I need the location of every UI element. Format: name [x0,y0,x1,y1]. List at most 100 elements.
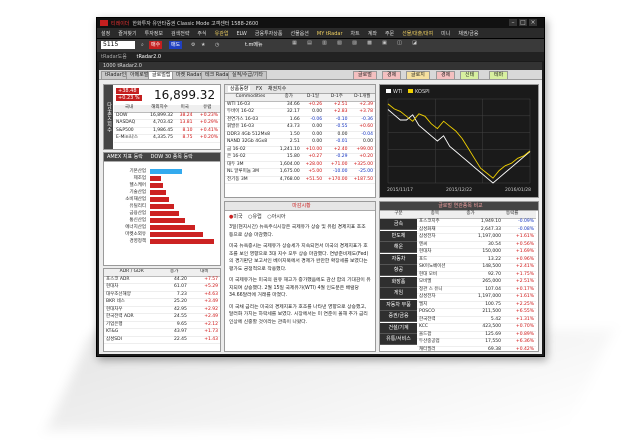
table-row[interactable]: 정관 스 유니 107.04 +0.17% [417,286,536,294]
global-category-button[interactable]: 자동차 [380,253,417,265]
rtab-theme[interactable]: 테마 [489,71,509,80]
quick-icon-4[interactable]: ▧ [332,40,347,46]
settings-icon[interactable]: ⚙ [189,41,197,49]
global-category-button[interactable]: 금속 [380,219,417,230]
table-row[interactable]: DDR3 4Gb 512Mx8 1.50 0.00 0.00 -0.04 [225,131,375,139]
adr-header[interactable]: 종가 [159,269,189,277]
sell-button[interactable]: 매도 [169,41,183,49]
global-category-button[interactable]: 항공 [380,265,417,276]
adr-header[interactable]: ADR / GDR [104,269,160,277]
tab-fx[interactable]: FX [256,86,262,92]
maximize-icon[interactable]: □ [519,19,527,26]
sector-bar-row[interactable]: 경영정책 [104,238,220,245]
table-row[interactable]: 현대차 150,000 +1.69% [417,248,536,257]
global-header[interactable]: 등락률 [488,211,536,219]
commodity-header[interactable]: 종가 [275,94,302,102]
rtab-economy[interactable]: 경제 [382,71,402,80]
menu-item-13[interactable]: 선물/대출/대여 [398,28,437,38]
menu-item-15[interactable]: 채권/금융 [454,28,482,38]
table-row[interactable]: 대우조선해양 7.23 +4.63 [104,291,220,299]
menu-item-7[interactable]: 금융투자상품 [251,28,287,38]
tab-global-lab[interactable]: 글로벌랩 [148,71,175,80]
menu-item-10[interactable]: 차트 [347,28,364,38]
quick-icon-9[interactable]: ◪ [407,40,422,46]
table-row[interactable]: 포스코 ADR 44.20 +7.57 [104,276,220,284]
table-row[interactable]: 올드팜 125.69 +0.89% [417,331,536,339]
global-header[interactable]: 종가 [452,211,489,219]
subtab-0[interactable]: tRadar도움 [97,52,131,61]
sector-bar-row[interactable]: 유틸리티 [104,203,220,210]
favorite-icon[interactable]: ★ [199,41,207,49]
stock-code-input[interactable]: 5115 [101,41,135,49]
table-row[interactable]: NL 알루미늄 3M 1,675.00 +5.00 -10.00 -25.00 [225,168,375,177]
table-row[interactable]: POSCO 211,500 +6.55% [417,308,536,317]
menu-item-8[interactable]: 선물옵션 [286,28,312,38]
global-category-button[interactable]: 건설/기계 [380,322,417,334]
tab-earnings[interactable]: 실적/수급/기타 [228,71,267,80]
table-row[interactable]: 전기동 3M 4,768.00 +51.50 +170.00 +187.50 [225,176,375,184]
quick-icon-6[interactable]: ▩ [362,40,377,46]
table-row[interactable]: SK이노베이션 148,500 +2.41% [417,263,536,272]
table-row[interactable]: KCC 423,500 +0.70% [417,323,536,332]
table-row[interactable]: 삼성전자 1,197,000 +1.61% [417,233,536,242]
table-row[interactable]: NASDAQ 4,703.42 13.81 +0.29% [114,119,220,128]
table-row[interactable]: 현대차우 42.95 +2.92 [104,306,220,314]
table-row[interactable]: BKR 네스 25.20 +3.49 [104,298,220,307]
sector-bar-row[interactable]: 마켓소외유 [104,231,220,238]
table-row[interactable]: 캐터필러 69.38 +0.42% [417,346,536,351]
adr-header[interactable]: 대비 [188,269,220,277]
quick-icon-1[interactable]: ▦ [287,40,302,46]
table-row[interactable]: 모비엘 265,000 +2.51% [417,278,536,287]
commodity-header[interactable]: Commodities [225,94,276,102]
menu-item-4[interactable]: 주식 [193,28,210,38]
table-row[interactable]: 은 16-02 15.80 +0.27 -0.29 +0.20 [225,153,375,162]
sector-bar-row[interactable]: 제조업 [104,175,220,182]
index-header[interactable]: 국내 [114,105,144,113]
global-header[interactable]: 구분 [380,211,417,219]
table-row[interactable]: E-Mini나스 4,335.75 8.75 +0.20% [114,134,220,143]
sector-tab-dow[interactable]: DOW 30 종목 등락 [151,154,193,160]
menu-item-0[interactable]: 설정 [97,28,114,38]
table-row[interactable]: 기업은행 9.65 +2.12 [104,321,220,329]
index-header[interactable]: 유럽 [194,105,220,113]
global-category-button[interactable]: 게임 [380,288,417,299]
history-icon[interactable]: ◷ [213,41,221,49]
table-row[interactable]: 한국전력 ADR 24.55 +2.49 [104,313,220,322]
sector-bar-row[interactable]: 에너지산업 [104,224,220,231]
menu-item-2[interactable]: 투자정보 [141,28,167,38]
news-tab-us[interactable]: 미국 [233,214,242,220]
table-row[interactable]: 삼성전자 1,197,000 +1.61% [417,293,536,302]
table-row[interactable]: 현대차 61.07 +5.29 [104,283,220,292]
subtab-1[interactable]: tRadar2.0 [132,53,165,61]
news-tab-asia[interactable]: 아시아 [272,214,286,220]
rtab-global[interactable]: 글로벌 [353,71,377,80]
close-icon[interactable]: × [529,19,537,26]
table-row[interactable]: 두바이 16-02 32.17 0.00 +2.83 +3.78 [225,108,375,117]
table-row[interactable]: 금 16-02 1,241.10 +10.00 +2.40 +99.00 [225,146,375,154]
search-icon[interactable]: ⌕ [139,41,146,49]
tab-commodity[interactable]: 상품동향 [228,86,251,92]
menu-item-3[interactable]: 검색전략 [167,28,193,38]
quick-icon-5[interactable]: ▨ [347,40,362,46]
menu-item-5[interactable]: 유관업 [211,28,233,38]
table-row[interactable]: 대두 3M 1,604.00 +28.00 +71.00 +325.00 [225,161,375,169]
global-category-button[interactable]: 자동차 부품 [380,299,417,311]
sector-bar-row[interactable]: 통신산업 [104,217,220,224]
table-row[interactable]: 엔씨 30.54 +0.56% [417,241,536,249]
table-row[interactable]: WTI 16-03 34.66 +0.26 +2.51 +2.39 [225,101,375,109]
table-row[interactable]: 삼성SDI 22.45 +1.43 [104,336,220,344]
global-category-button[interactable]: 해운 [380,242,417,253]
index-header[interactable]: 미국 [175,105,195,113]
menu-item-1[interactable]: 즐겨찾기 [114,28,140,38]
table-row[interactable]: 한국전력 5.42 +1.31% [417,316,536,324]
global-header[interactable]: 종목 [417,211,453,219]
minimize-icon[interactable]: – [509,19,517,26]
quick-icon-8[interactable]: ◫ [392,40,407,46]
table-row[interactable]: 천연가스 16-03 1.66 -0.06 -0.10 -0.36 [225,116,375,124]
table-row[interactable]: DOW 16,899.32 38.24 +0.23% [114,112,220,120]
sector-bar-row[interactable]: 소비재산업 [104,196,220,203]
global-category-button[interactable]: 유통/서비스 [380,334,417,345]
quick-icon-2[interactable]: ▤ [302,40,317,46]
tab-bond[interactable]: 채권지수 [268,86,286,92]
sector-bar-row[interactable]: 금융산업 [104,210,220,217]
